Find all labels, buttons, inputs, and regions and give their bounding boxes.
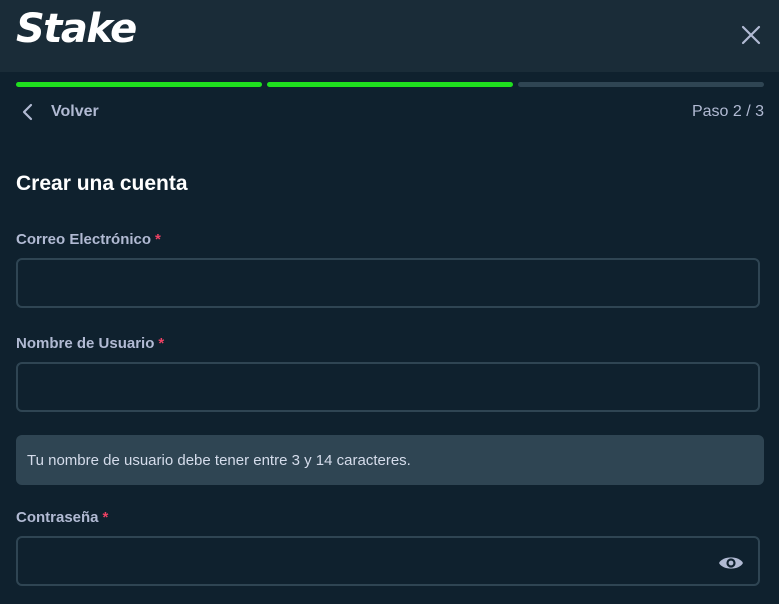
progress-bar [16, 82, 764, 87]
close-icon [741, 25, 761, 45]
email-label-text: Correo Electrónico [16, 231, 152, 248]
stake-logo[interactable]: Stake [16, 6, 137, 52]
progress-step-3 [518, 82, 764, 87]
username-label-text: Nombre de Usuario [16, 335, 155, 352]
password-field[interactable] [16, 536, 760, 586]
required-mark: * [102, 509, 109, 526]
password-label: Contraseña * [16, 509, 108, 526]
email-field[interactable] [16, 258, 760, 308]
back-label: Volver [51, 103, 99, 120]
required-mark: * [155, 231, 161, 248]
eye-icon [719, 557, 743, 569]
header: Stake [0, 0, 779, 72]
username-label: Nombre de Usuario * [16, 335, 164, 352]
email-label: Correo Electrónico * [16, 231, 161, 248]
step-indicator: Paso 2 / 3 [691, 103, 764, 120]
password-label-text: Contraseña [16, 509, 99, 526]
progress-step-1 [16, 82, 262, 87]
form-title: Crear una cuenta [16, 172, 188, 195]
username-hint: Tu nombre de usuario debe tener entre 3 … [16, 435, 764, 485]
chevron-left-icon [16, 100, 40, 124]
back-button[interactable]: Volver [16, 100, 99, 124]
username-field[interactable] [16, 362, 760, 412]
close-button[interactable] [734, 18, 768, 52]
show-password-button[interactable] [716, 550, 746, 576]
required-mark: * [158, 335, 165, 352]
progress-step-2 [267, 82, 513, 87]
